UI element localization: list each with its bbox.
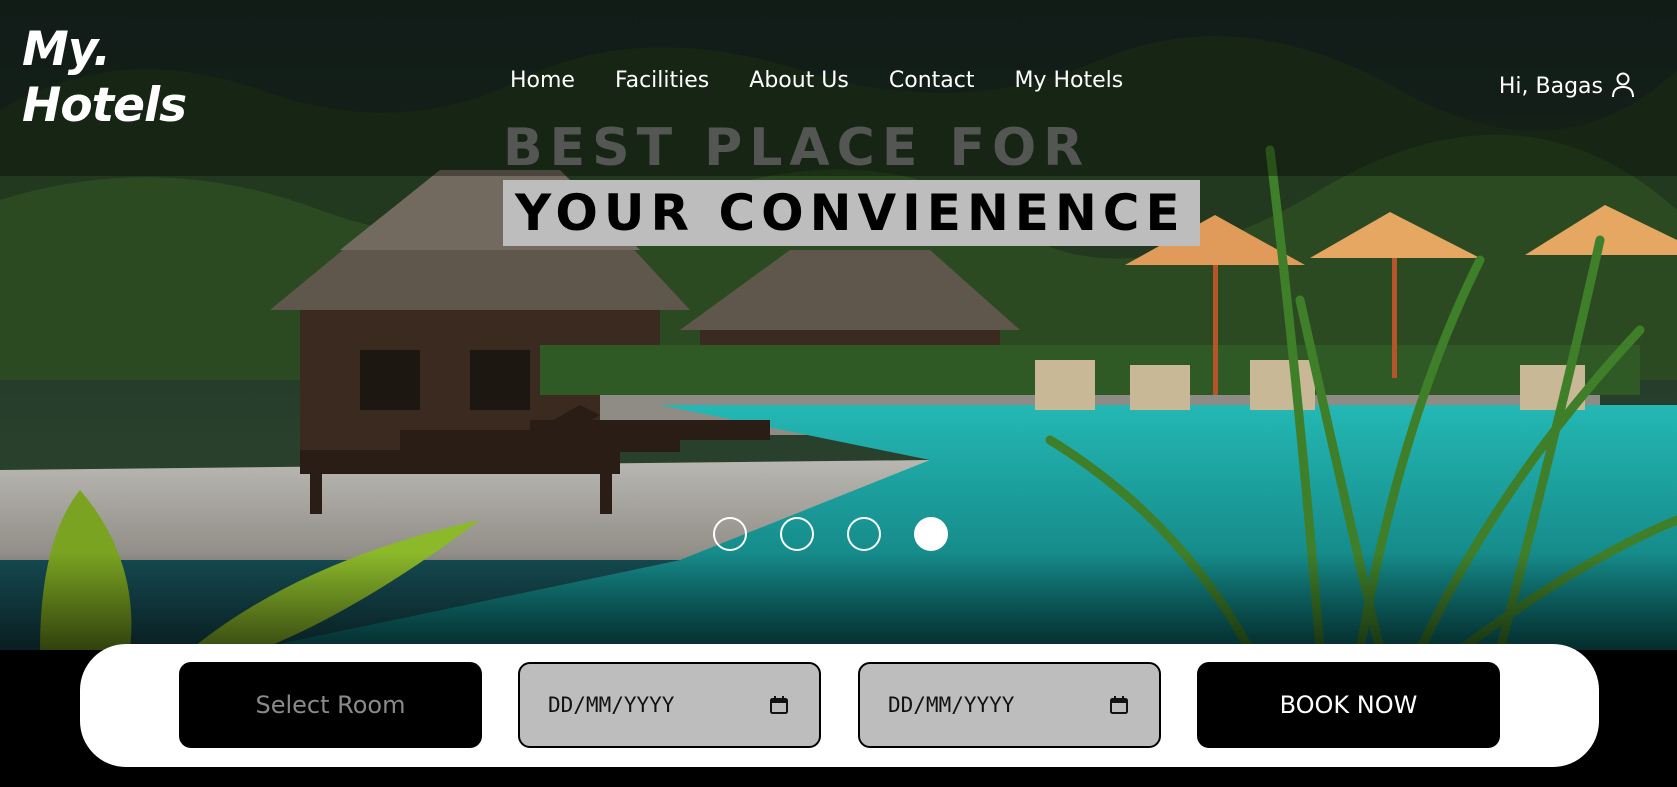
room-select-label: Select Room: [255, 691, 406, 719]
checkin-date-input[interactable]: DD/MM/YYYY: [518, 662, 821, 748]
nav-my-hotels[interactable]: My Hotels: [1014, 68, 1123, 93]
room-select[interactable]: Select Room: [179, 662, 482, 748]
calendar-icon[interactable]: [1109, 695, 1129, 715]
user-greeting: Hi, Bagas: [1498, 74, 1603, 99]
checkin-date-placeholder: DD/MM/YYYY: [548, 693, 675, 717]
booking-bar: Select Room DD/MM/YYYY DD/MM/YYYY BOOK N…: [80, 644, 1599, 767]
carousel-dot-1[interactable]: [713, 517, 747, 551]
checkout-date-input[interactable]: DD/MM/YYYY: [858, 662, 1161, 748]
carousel-dot-4-active[interactable]: [914, 517, 948, 551]
brand-logo-line2: Hotels: [22, 78, 187, 133]
checkout-date-placeholder: DD/MM/YYYY: [888, 693, 1015, 717]
brand-logo[interactable]: My. Hotels: [22, 22, 187, 134]
book-now-button[interactable]: BOOK NOW: [1197, 662, 1500, 748]
carousel-dot-2[interactable]: [780, 517, 814, 551]
hero-headline-line1: BEST PLACE FOR: [503, 118, 1091, 178]
hero-headline-line2: YOUR CONVIENENCE: [503, 180, 1200, 246]
carousel-dot-3[interactable]: [847, 517, 881, 551]
calendar-icon[interactable]: [769, 695, 789, 715]
main-nav: Home Facilities About Us Contact My Hote…: [510, 68, 1123, 93]
carousel-indicators: [713, 517, 948, 551]
hero-banner: My. Hotels Home Facilities About Us Cont…: [0, 0, 1677, 650]
nav-contact[interactable]: Contact: [889, 68, 975, 93]
nav-home[interactable]: Home: [510, 68, 575, 93]
nav-about-us[interactable]: About Us: [749, 68, 849, 93]
brand-logo-line1: My.: [22, 22, 111, 77]
nav-facilities[interactable]: Facilities: [615, 68, 709, 93]
user-icon[interactable]: [1609, 71, 1637, 99]
